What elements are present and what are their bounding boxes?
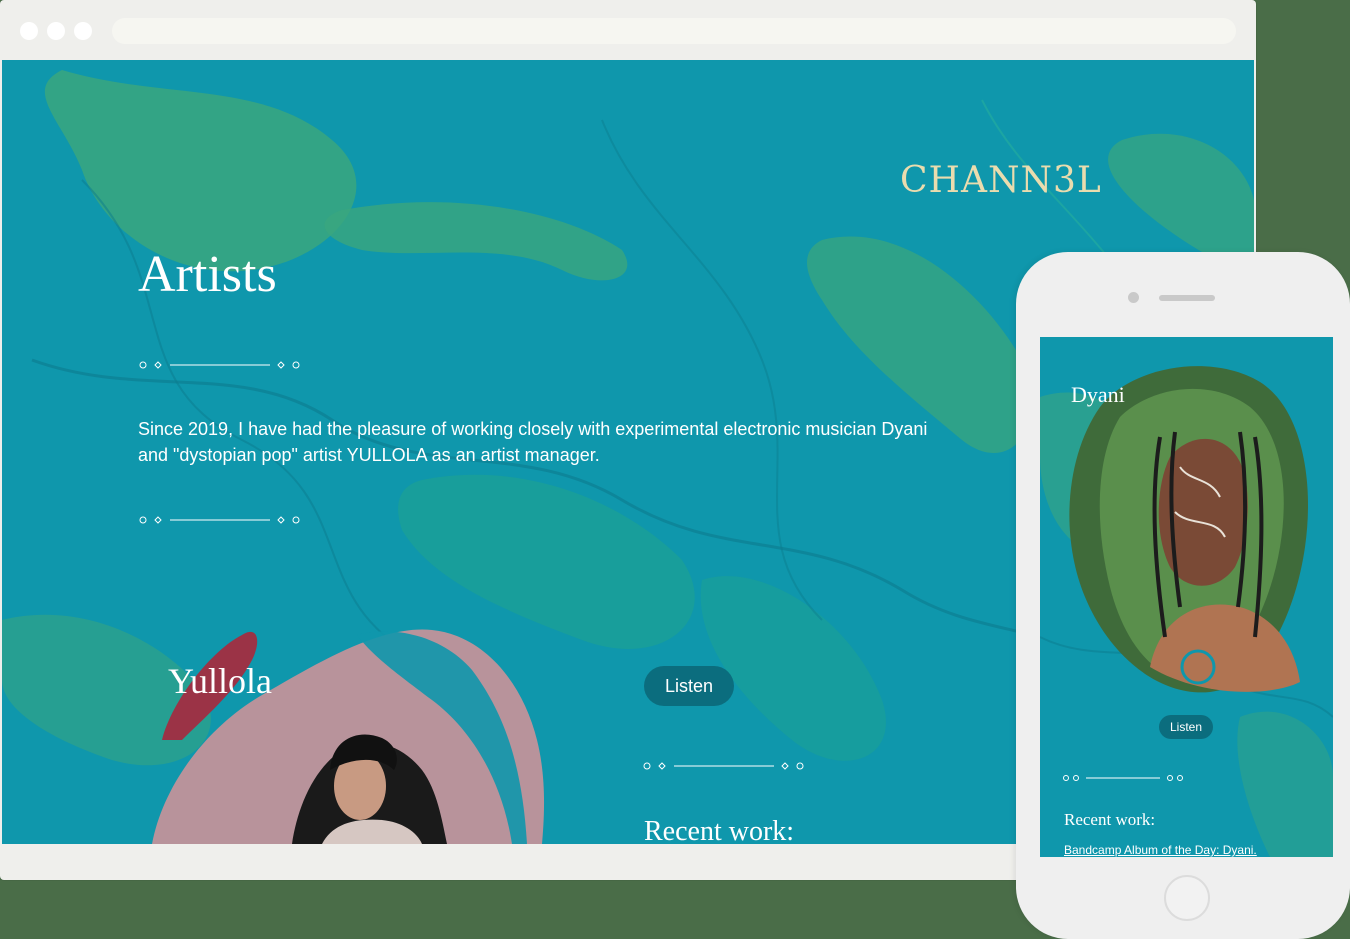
page-title: Artists bbox=[138, 246, 277, 303]
artist-name-dyani: Dyani bbox=[1071, 382, 1125, 407]
artist-name-yullola: Yullola bbox=[168, 661, 272, 701]
yullola-artist-photo bbox=[152, 629, 545, 844]
phone-frame: Dyani Listen Recent work: Bandcamp Album… bbox=[1016, 252, 1350, 939]
mobile-listen-button[interactable]: Listen bbox=[1159, 715, 1213, 739]
browser-toolbar bbox=[0, 0, 1256, 60]
recent-work-heading: Recent work: bbox=[644, 816, 795, 844]
phone-speaker bbox=[1159, 295, 1215, 301]
window-close-dot[interactable] bbox=[20, 22, 38, 40]
mobile-recent-work-link[interactable]: Bandcamp Album of the Day: Dyani. bbox=[1064, 843, 1257, 857]
mobile-ornament-divider bbox=[1063, 775, 1183, 781]
mobile-page: Dyani Listen Recent work: Bandcamp Album… bbox=[1040, 337, 1333, 857]
brand-logo[interactable]: CHANN3L bbox=[900, 160, 1102, 201]
intro-paragraph: Since 2019, I have had the pleasure of w… bbox=[138, 419, 928, 465]
mobile-recent-work-heading: Recent work: bbox=[1064, 810, 1156, 829]
ornament-divider-top bbox=[139, 361, 300, 369]
phone-camera bbox=[1128, 292, 1139, 303]
address-bar[interactable] bbox=[112, 18, 1236, 44]
listen-button[interactable]: Listen bbox=[644, 666, 734, 706]
ornament-divider-middle bbox=[139, 516, 300, 524]
window-minimize-dot[interactable] bbox=[47, 22, 65, 40]
ornament-divider-bottom bbox=[643, 762, 804, 770]
phone-home-button[interactable] bbox=[1164, 875, 1210, 921]
window-maximize-dot[interactable] bbox=[74, 22, 92, 40]
